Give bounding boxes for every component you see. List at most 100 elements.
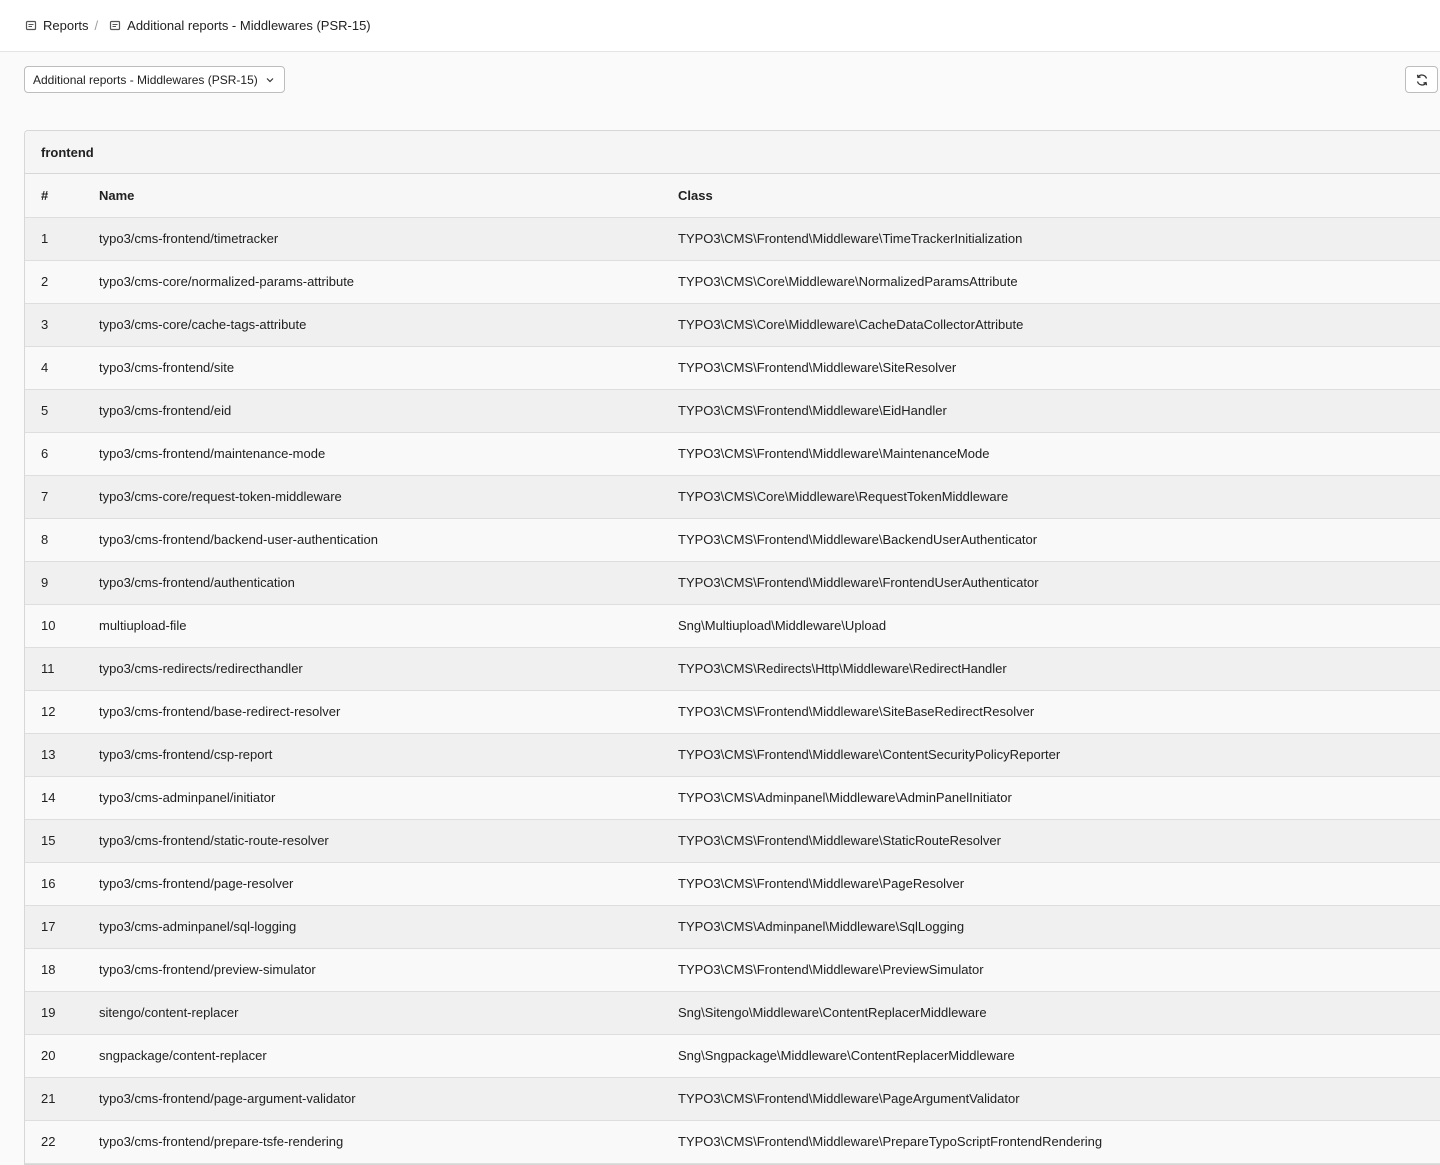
middleware-name: typo3/cms-adminpanel/sql-logging	[99, 905, 678, 949]
row-number: 20	[25, 1034, 99, 1078]
refresh-icon	[1415, 73, 1429, 87]
reports-module-icon	[25, 20, 43, 32]
middleware-name: typo3/cms-frontend/page-argument-validat…	[99, 1077, 678, 1121]
middleware-class: Sng\Multiupload\Middleware\Upload	[678, 604, 1440, 648]
table-row: 5 typo3/cms-frontend/eid TYPO3\CMS\Fronten…	[25, 389, 1440, 433]
row-number: 11	[25, 647, 99, 691]
middleware-class: TYPO3\CMS\Frontend\Middleware\StaticRout…	[678, 819, 1440, 863]
table-row: 8 typo3/cms-frontend/backend-user-authent…	[25, 518, 1440, 562]
row-number: 12	[25, 690, 99, 734]
middleware-class: TYPO3\CMS\Frontend\Middleware\SiteResolv…	[678, 346, 1440, 390]
refresh-button[interactable]	[1405, 66, 1438, 93]
middleware-class: TYPO3\CMS\Frontend\Middleware\Maintenanc…	[678, 432, 1440, 476]
middleware-name: typo3/cms-frontend/authentication	[99, 561, 678, 605]
module-toolbar: Additional reports - Middlewares (PSR-15…	[0, 52, 1440, 129]
middleware-name: sngpackage/content-replacer	[99, 1034, 678, 1078]
middleware-table: # Name Class 1 typo3/cms-frontend/timetra…	[25, 174, 1440, 1164]
row-number: 1	[25, 217, 99, 261]
middleware-class: TYPO3\CMS\Redirects\Http\Middleware\Redi…	[678, 647, 1440, 691]
table-row: 22 typo3/cms-frontend/prepare-tsfe-render…	[25, 1120, 1440, 1164]
table-row: 20 sngpackage/content-replacer Sng\Sngpack…	[25, 1034, 1440, 1078]
row-number: 4	[25, 346, 99, 390]
table-row: 19 sitengo/content-replacer Sng\Sitengo\Mi…	[25, 991, 1440, 1035]
middleware-panel-frontend: frontend # Name Class 1 typo3/cms-fronten…	[24, 130, 1440, 1165]
breadcrumb-separator: /	[94, 18, 99, 33]
middleware-name: typo3/cms-core/request-token-middleware	[99, 475, 678, 519]
row-number: 22	[25, 1120, 99, 1164]
table-row: 9 typo3/cms-frontend/authentication TYPO3\…	[25, 561, 1440, 605]
middleware-class: TYPO3\CMS\Frontend\Middleware\SiteBaseRe…	[678, 690, 1440, 734]
middleware-class: TYPO3\CMS\Core\Middleware\NormalizedPara…	[678, 260, 1440, 304]
row-number: 6	[25, 432, 99, 476]
row-number: 7	[25, 475, 99, 519]
top-bar: Reports / Additional reports - Middlewar…	[0, 0, 1440, 52]
table-row: 17 typo3/cms-adminpanel/sql-logging TYPO3\…	[25, 905, 1440, 949]
row-number: 19	[25, 991, 99, 1035]
middleware-class: TYPO3\CMS\Frontend\Middleware\EidHandler	[678, 389, 1440, 433]
table-row: 4 typo3/cms-frontend/site TYPO3\CMS\Fronte…	[25, 346, 1440, 390]
middleware-name: typo3/cms-frontend/csp-report	[99, 733, 678, 777]
breadcrumb-reports-link[interactable]: Reports	[43, 18, 89, 33]
middleware-class: TYPO3\CMS\Frontend\Middleware\ContentSec…	[678, 733, 1440, 777]
middleware-class: TYPO3\CMS\Core\Middleware\RequestTokenMi…	[678, 475, 1440, 519]
table-row: 2 typo3/cms-core/normalized-params-attrib…	[25, 260, 1440, 304]
middleware-class: TYPO3\CMS\Frontend\Middleware\TimeTracke…	[678, 217, 1440, 261]
column-header-number: #	[25, 174, 99, 218]
table-header-row: # Name Class	[25, 174, 1440, 218]
middleware-name: typo3/cms-redirects/redirecthandler	[99, 647, 678, 691]
middleware-class: Sng\Sngpackage\Middleware\ContentReplace…	[678, 1034, 1440, 1078]
middleware-name: typo3/cms-core/normalized-params-attribu…	[99, 260, 678, 304]
table-row: 3 typo3/cms-core/cache-tags-attribute TYPO…	[25, 303, 1440, 347]
middleware-name: typo3/cms-frontend/page-resolver	[99, 862, 678, 906]
row-number: 13	[25, 733, 99, 777]
middleware-class: TYPO3\CMS\Frontend\Middleware\FrontendUs…	[678, 561, 1440, 605]
row-number: 17	[25, 905, 99, 949]
middleware-class: TYPO3\CMS\Frontend\Middleware\PageResolv…	[678, 862, 1440, 906]
table-row: 13 typo3/cms-frontend/csp-report TYPO3\CMS…	[25, 733, 1440, 777]
column-header-name: Name	[99, 174, 678, 218]
row-number: 5	[25, 389, 99, 433]
row-number: 3	[25, 303, 99, 347]
chevron-down-icon	[265, 75, 275, 85]
report-select-value: Additional reports - Middlewares (PSR-15…	[33, 72, 258, 87]
middleware-class: TYPO3\CMS\Adminpanel\Middleware\AdminPan…	[678, 776, 1440, 820]
middleware-name: multiupload-file	[99, 604, 678, 648]
middleware-class: TYPO3\CMS\Core\Middleware\CacheDataColle…	[678, 303, 1440, 347]
row-number: 16	[25, 862, 99, 906]
row-number: 15	[25, 819, 99, 863]
table-row: 21 typo3/cms-frontend/page-argument-valid…	[25, 1077, 1440, 1121]
middleware-name: typo3/cms-frontend/static-route-resolver	[99, 819, 678, 863]
report-select-dropdown[interactable]: Additional reports - Middlewares (PSR-15…	[24, 66, 285, 93]
middleware-name: typo3/cms-frontend/site	[99, 346, 678, 390]
middleware-class: TYPO3\CMS\Adminpanel\Middleware\SqlLoggi…	[678, 905, 1440, 949]
table-row: 6 typo3/cms-frontend/maintenance-mode TYPO…	[25, 432, 1440, 476]
row-number: 10	[25, 604, 99, 648]
table-row: 14 typo3/cms-adminpanel/initiator TYPO3\CM…	[25, 776, 1440, 820]
middleware-name: typo3/cms-frontend/backend-user-authenti…	[99, 518, 678, 562]
middleware-name: typo3/cms-frontend/preview-simulator	[99, 948, 678, 992]
middleware-name: typo3/cms-frontend/maintenance-mode	[99, 432, 678, 476]
report-icon	[109, 20, 127, 32]
table-row: 10 multiupload-file Sng\Multiupload\Middle…	[25, 604, 1440, 648]
middleware-class: TYPO3\CMS\Frontend\Middleware\PreviewSim…	[678, 948, 1440, 992]
table-row: 16 typo3/cms-frontend/page-resolver TYPO3\…	[25, 862, 1440, 906]
middleware-name: typo3/cms-frontend/timetracker	[99, 217, 678, 261]
row-number: 8	[25, 518, 99, 562]
row-number: 18	[25, 948, 99, 992]
table-row: 15 typo3/cms-frontend/static-route-resolv…	[25, 819, 1440, 863]
breadcrumb-current[interactable]: Additional reports - Middlewares (PSR-15…	[127, 18, 370, 33]
middleware-name: typo3/cms-adminpanel/initiator	[99, 776, 678, 820]
middleware-class: Sng\Sitengo\Middleware\ContentReplacerMi…	[678, 991, 1440, 1035]
row-number: 2	[25, 260, 99, 304]
table-row: 12 typo3/cms-frontend/base-redirect-resol…	[25, 690, 1440, 734]
table-row: 18 typo3/cms-frontend/preview-simulator TY…	[25, 948, 1440, 992]
middleware-class: TYPO3\CMS\Frontend\Middleware\PageArgume…	[678, 1077, 1440, 1121]
table-row: 7 typo3/cms-core/request-token-middleware…	[25, 475, 1440, 519]
row-number: 14	[25, 776, 99, 820]
middleware-name: sitengo/content-replacer	[99, 991, 678, 1035]
panel-title: frontend	[25, 131, 1440, 174]
middleware-name: typo3/cms-core/cache-tags-attribute	[99, 303, 678, 347]
middleware-class: TYPO3\CMS\Frontend\Middleware\PrepareTyp…	[678, 1120, 1440, 1164]
row-number: 21	[25, 1077, 99, 1121]
breadcrumb: Reports / Additional reports - Middlewar…	[25, 18, 371, 33]
